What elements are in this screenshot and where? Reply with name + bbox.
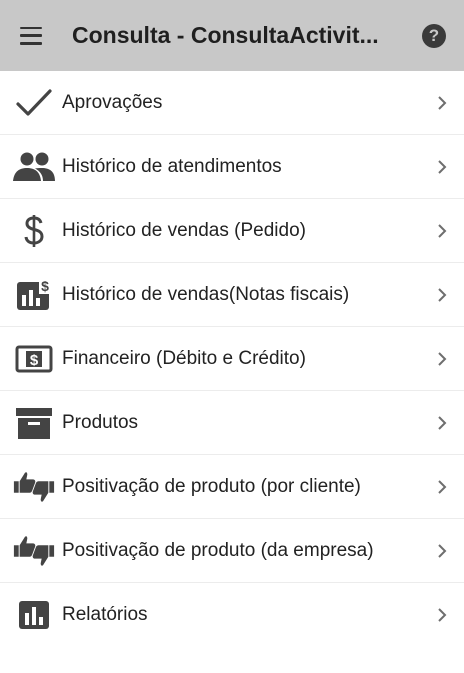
invoice-chart-icon: $ — [12, 275, 56, 315]
hamburger-menu-icon[interactable] — [16, 19, 46, 53]
menu-item-produtos[interactable]: Produtos — [0, 391, 464, 455]
chevron-right-icon — [438, 608, 447, 622]
chevron-right-icon — [438, 480, 447, 494]
page-title: Consulta - ConsultaActivit... — [72, 22, 379, 48]
menu-item-label: Histórico de vendas (Pedido) — [62, 219, 306, 241]
menu-item-aprovacoes[interactable]: Aprovações — [0, 71, 464, 135]
help-icon[interactable]: ? — [422, 24, 446, 48]
dollar-icon — [12, 211, 56, 251]
menu-item-label: Produtos — [62, 411, 139, 433]
menu-item-historico-vendas-pedido[interactable]: Histórico de vendas (Pedido) — [0, 199, 464, 263]
thumbs-up-down-icon — [12, 467, 56, 507]
menu-list: Aprovações Histórico de atendimentos His… — [0, 71, 464, 647]
menu-item-financeiro[interactable]: $ Financeiro (Débito e Crédito) — [0, 327, 464, 391]
checkmark-icon — [12, 83, 56, 123]
menu-item-positivacao-cliente[interactable]: Positivação de produto (por cliente) — [0, 455, 464, 519]
chevron-right-icon — [438, 288, 447, 302]
thumbs-up-down-icon — [12, 531, 56, 571]
menu-item-label: Relatórios — [62, 604, 148, 625]
chevron-right-icon — [438, 544, 447, 558]
menu-item-label: Financeiro (Débito e Crédito) — [62, 347, 306, 369]
people-icon — [12, 147, 56, 187]
app-bar: Consulta - ConsultaActivit... ? — [0, 0, 464, 71]
chevron-right-icon — [438, 352, 447, 366]
archive-box-icon — [12, 403, 56, 443]
chevron-right-icon — [438, 224, 447, 238]
chevron-right-icon — [438, 96, 447, 110]
svg-text:$: $ — [41, 278, 49, 294]
chevron-right-icon — [438, 416, 447, 430]
bar-chart-icon — [12, 595, 56, 635]
menu-item-label: Aprovações — [62, 91, 163, 113]
money-box-icon: $ — [12, 339, 56, 379]
menu-item-label: Positivação de produto (por cliente) — [62, 475, 361, 497]
chevron-right-icon — [438, 160, 447, 174]
menu-item-label: Histórico de vendas(Notas fiscais) — [62, 283, 350, 305]
menu-item-historico-vendas-notas[interactable]: $ Histórico de vendas(Notas fiscais) — [0, 263, 464, 327]
menu-item-label: Positivação de produto (da empresa) — [62, 539, 374, 561]
menu-item-positivacao-empresa[interactable]: Positivação de produto (da empresa) — [0, 519, 464, 583]
svg-text:$: $ — [30, 352, 39, 369]
menu-item-label: Histórico de atendimentos — [62, 155, 282, 177]
menu-item-relatorios[interactable]: Relatórios — [0, 583, 464, 647]
menu-item-historico-atendimentos[interactable]: Histórico de atendimentos — [0, 135, 464, 199]
